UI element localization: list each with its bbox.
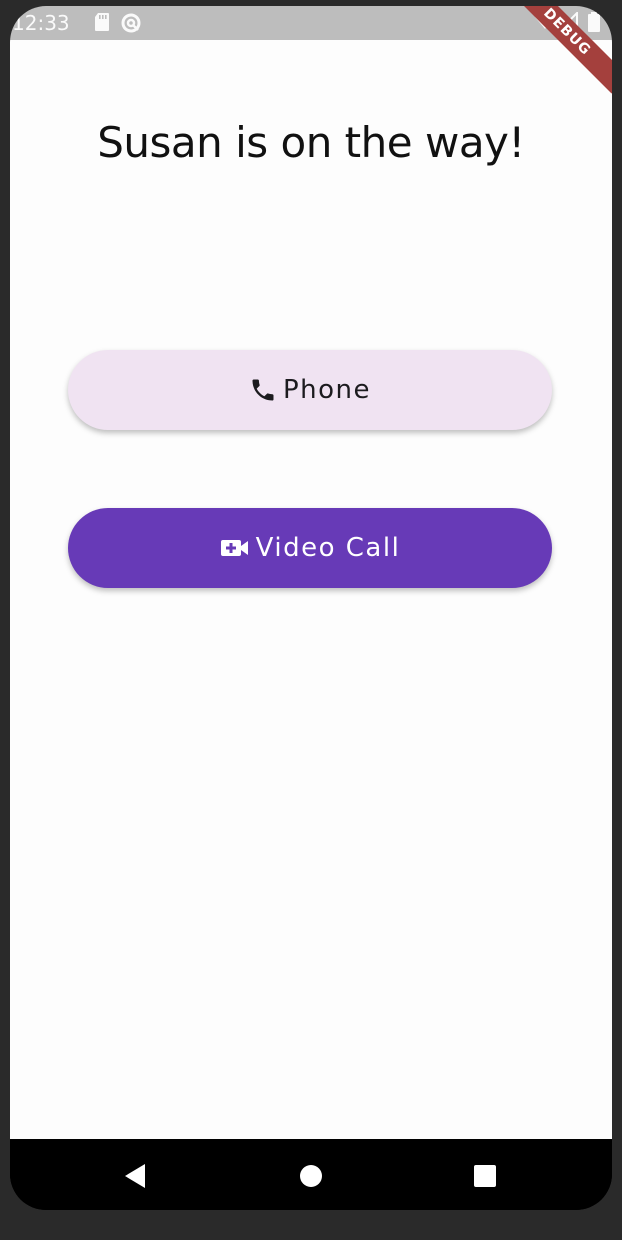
status-bar: 12:33 [10, 6, 612, 40]
video-call-button-label: Video Call [255, 533, 401, 563]
sync-icon [120, 12, 142, 38]
video-call-icon [220, 536, 250, 560]
device-frame: 12:33 DEBUG Susan is on the way! Phone V… [10, 6, 612, 1210]
phone-icon [249, 376, 277, 404]
video-call-button[interactable]: Video Call [68, 508, 552, 588]
battery-icon [588, 12, 600, 36]
phone-button[interactable]: Phone [68, 350, 552, 430]
status-time: 12:33 [12, 11, 70, 35]
recents-icon[interactable] [470, 1161, 500, 1191]
back-icon[interactable] [120, 1161, 150, 1191]
home-icon[interactable] [296, 1161, 326, 1191]
phone-button-label: Phone [282, 375, 372, 405]
sd-card-icon [94, 12, 110, 36]
app-screen: Susan is on the way! Phone Video Call [10, 40, 612, 1139]
page-title: Susan is on the way! [97, 118, 525, 167]
navigation-bar [10, 1139, 612, 1210]
